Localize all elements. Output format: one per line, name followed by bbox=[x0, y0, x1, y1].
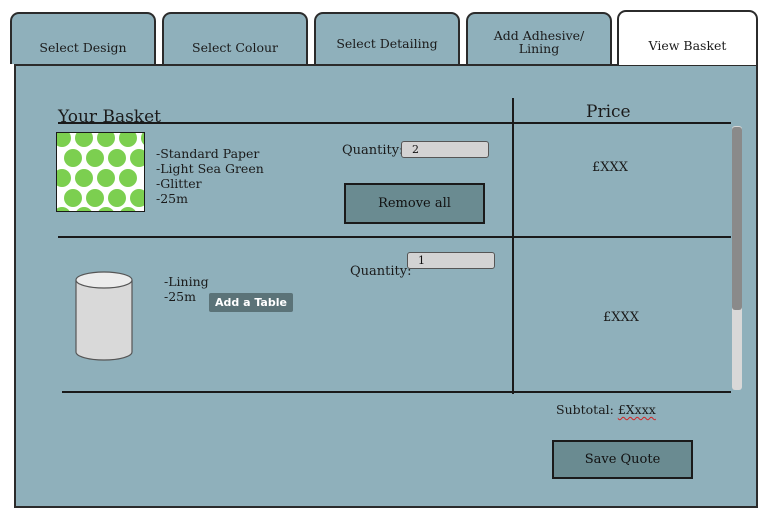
tab-select-design[interactable]: Select Design bbox=[10, 12, 156, 64]
item-price: £XXX bbox=[603, 310, 640, 325]
basket-window: Select Design Select Colour Select Detai… bbox=[10, 8, 758, 508]
subtotal: Subtotal: £Xxxx bbox=[556, 402, 656, 417]
tab-label: Select Design bbox=[39, 40, 127, 55]
save-quote-button[interactable]: Save Quote bbox=[552, 440, 693, 479]
tab-select-colour[interactable]: Select Colour bbox=[162, 12, 308, 64]
tab-label: Add Adhesive/ Lining bbox=[468, 29, 610, 55]
green-dot-pattern-swatch-icon bbox=[56, 132, 145, 212]
item-detail: -25m bbox=[164, 289, 196, 304]
cylinder-roll-icon bbox=[75, 271, 133, 361]
item-details: -Standard Paper -Light Sea Green -Glitte… bbox=[156, 146, 264, 206]
basket-title: Your Basket bbox=[58, 107, 162, 127]
item-detail: -Light Sea Green bbox=[156, 161, 264, 176]
tab-label: View Basket bbox=[648, 38, 727, 53]
scrollbar-thumb[interactable] bbox=[732, 127, 742, 310]
footer-divider bbox=[62, 391, 731, 393]
tab-label: Select Colour bbox=[192, 40, 278, 55]
price-header: Price bbox=[586, 102, 631, 122]
tab-label-line2: Lining bbox=[518, 41, 560, 56]
tab-select-detailing[interactable]: Select Detailing bbox=[314, 12, 460, 64]
item-detail: -Glitter bbox=[156, 176, 202, 191]
quantity-label: Quantity: bbox=[350, 264, 412, 279]
item-detail: -Standard Paper bbox=[156, 146, 260, 161]
column-divider bbox=[512, 98, 514, 394]
item-price: £XXX bbox=[592, 160, 629, 175]
subtotal-value: £Xxxx bbox=[617, 402, 656, 417]
basket-panel: Your Basket Price -Standard Paper -Light… bbox=[14, 64, 758, 508]
remove-all-button[interactable]: Remove all bbox=[344, 183, 485, 224]
quantity-label: Quantity: bbox=[342, 143, 404, 158]
item-detail: -25m bbox=[156, 191, 188, 206]
item-detail: -Lining bbox=[164, 274, 209, 289]
tab-add-adhesive-lining[interactable]: Add Adhesive/ Lining bbox=[466, 12, 612, 64]
subtotal-label: Subtotal: bbox=[556, 402, 618, 417]
quantity-field[interactable]: 1 bbox=[407, 252, 495, 269]
add-table-tooltip: Add a Table bbox=[209, 293, 293, 312]
quantity-field[interactable]: 2 bbox=[401, 141, 489, 158]
item-details: -Lining -25m bbox=[164, 274, 209, 304]
tab-label: Select Detailing bbox=[336, 36, 438, 51]
tab-view-basket[interactable]: View Basket bbox=[617, 10, 758, 65]
header-divider bbox=[58, 122, 731, 124]
row-divider bbox=[58, 236, 731, 238]
